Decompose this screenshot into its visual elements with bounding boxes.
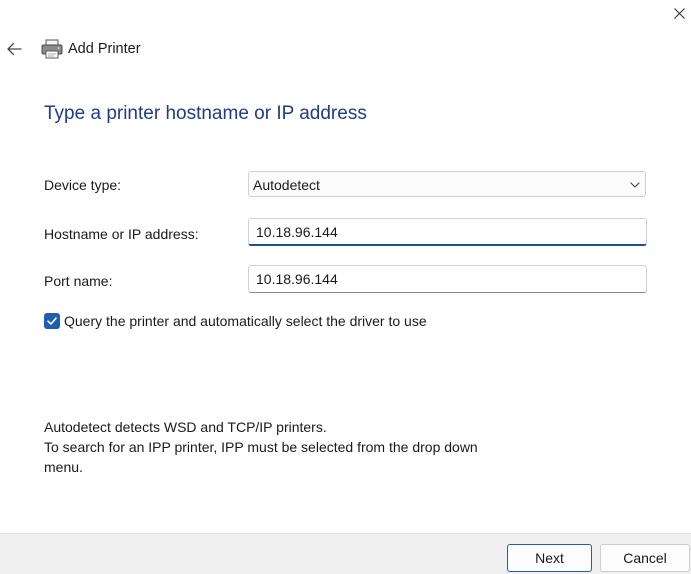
query-printer-checkbox[interactable]	[44, 313, 60, 329]
back-button[interactable]	[3, 38, 25, 60]
window-title: Add Printer	[68, 41, 141, 57]
port-name-input[interactable]	[248, 265, 647, 293]
checkmark-icon	[47, 317, 57, 325]
back-arrow-icon	[7, 42, 22, 56]
close-icon	[673, 7, 685, 19]
device-type-value: Autodetect	[253, 177, 320, 193]
info-text: Autodetect detects WSD and TCP/IP printe…	[44, 417, 524, 477]
page-heading: Type a printer hostname or IP address	[44, 103, 367, 124]
next-button[interactable]: Next	[507, 544, 592, 572]
hostname-label: Hostname or IP address:	[44, 226, 199, 242]
device-type-select[interactable]: Autodetect	[248, 171, 646, 197]
cancel-button[interactable]: Cancel	[600, 544, 690, 572]
port-name-label: Port name:	[44, 273, 113, 289]
printer-icon	[41, 39, 63, 59]
dialog-footer: Next Cancel	[0, 533, 691, 574]
query-printer-label[interactable]: Query the printer and automatically sele…	[64, 313, 427, 329]
chevron-down-icon	[630, 182, 640, 188]
info-line-2: To search for an IPP printer, IPP must b…	[44, 439, 478, 455]
info-line-1: Autodetect detects WSD and TCP/IP printe…	[44, 419, 327, 435]
device-type-label: Device type:	[44, 177, 122, 193]
info-line-3: menu.	[44, 459, 83, 475]
close-button[interactable]	[667, 0, 691, 26]
hostname-input[interactable]	[248, 218, 647, 246]
